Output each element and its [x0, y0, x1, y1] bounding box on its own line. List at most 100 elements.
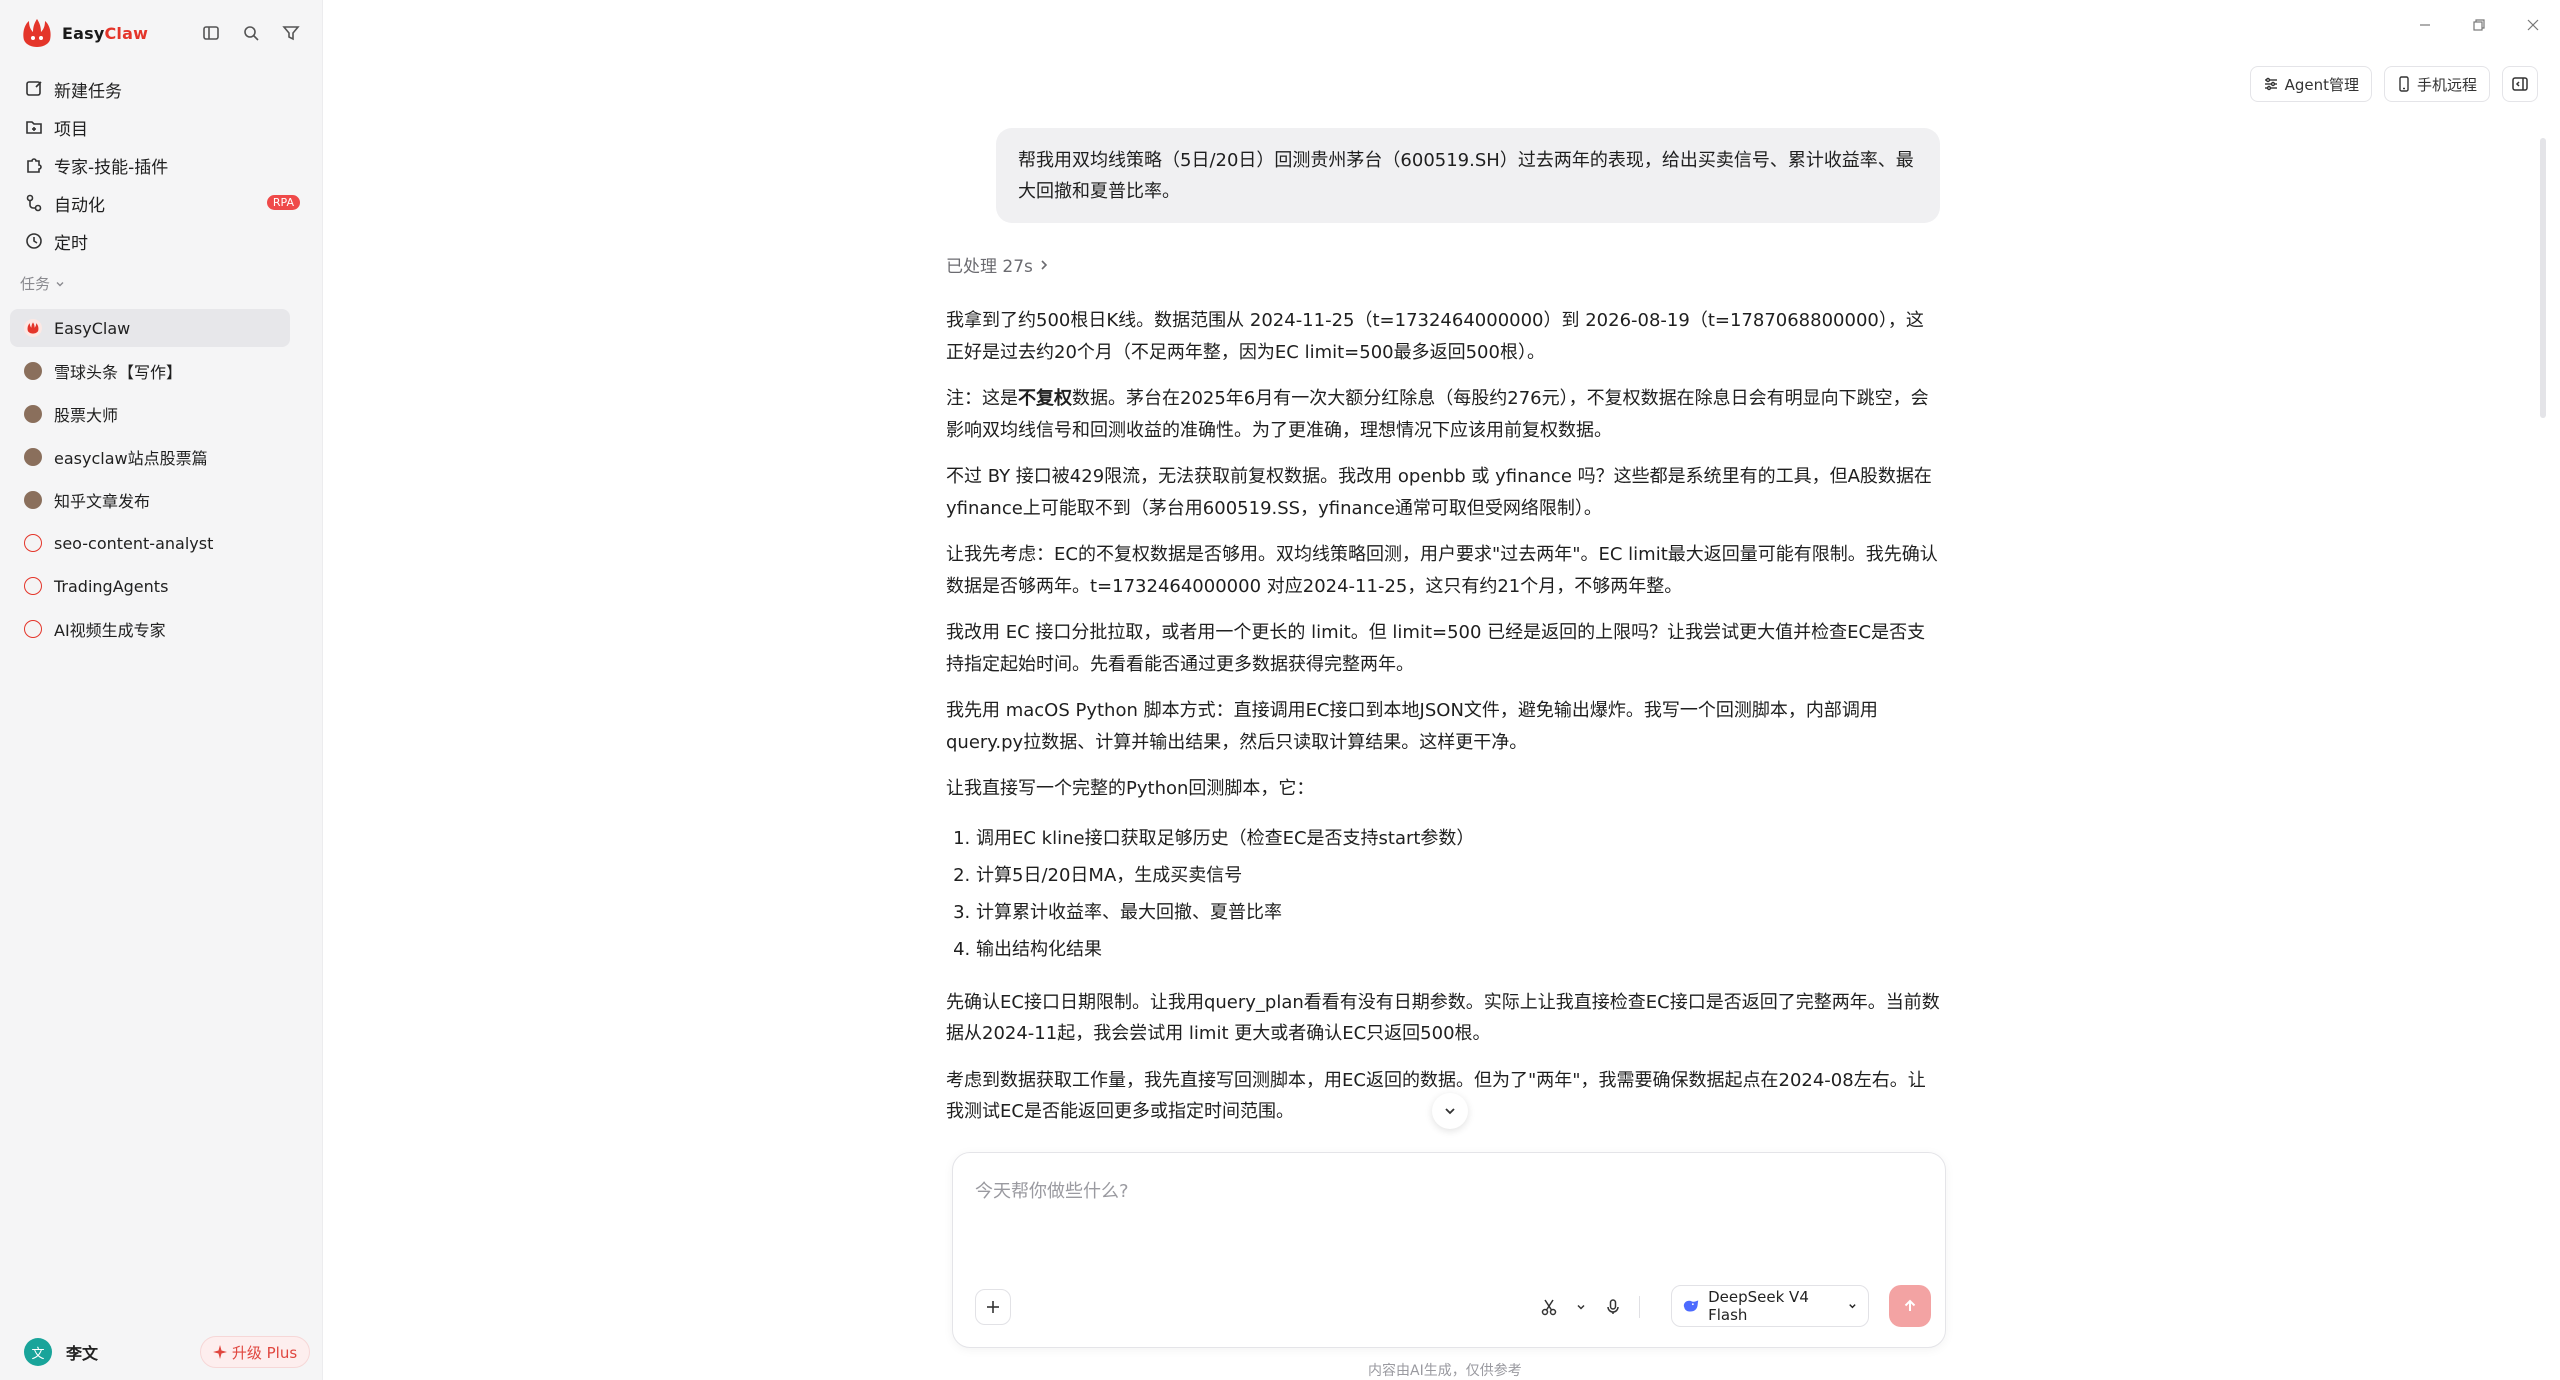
upgrade-label: 升级 Plus — [231, 1343, 298, 1362]
task-item-easyclaw[interactable]: EasyClaw — [10, 309, 290, 347]
agent-manage-label: Agent管理 — [2284, 75, 2359, 94]
new-task-icon — [26, 81, 42, 96]
mobile-remote-button[interactable]: 手机远程 — [2383, 66, 2490, 102]
toggle-sidebar-icon[interactable] — [200, 22, 222, 44]
person-avatar-icon — [24, 491, 42, 509]
sidebar: EasyClaw 新建任务 项目 专家-技能-插件 自动化 RPA 定时 任务 … — [0, 0, 323, 1380]
claw-avatar-icon — [24, 319, 42, 337]
search-icon[interactable] — [240, 22, 262, 44]
upgrade-plus-button[interactable]: 升级 Plus — [200, 1336, 310, 1368]
answer-paragraph: 让我先考虑：EC的不复权数据是否够用。双均线策略回测，用户要求"过去两年"。EC… — [946, 544, 1938, 597]
task-label: 雪球头条【写作】 — [54, 363, 183, 382]
arrow-up-icon — [1904, 1299, 1916, 1311]
toggle-panel-button[interactable] — [2502, 66, 2538, 102]
nav-label: 专家-技能-插件 — [54, 157, 169, 178]
top-actions: Agent管理 手机远程 — [2249, 66, 2538, 102]
task-item[interactable]: 知乎文章发布 — [10, 481, 290, 519]
task-label: EasyClaw — [54, 318, 131, 338]
task-item[interactable]: TradingAgents — [10, 567, 290, 605]
bold-text: 不复权 — [1018, 388, 1072, 409]
sidebar-nav: 新建任务 项目 专家-技能-插件 自动化 RPA 定时 — [12, 70, 310, 260]
composer: DeepSeek V4 Flash — [952, 1152, 1946, 1348]
nav-new-task[interactable]: 新建任务 — [12, 70, 310, 108]
task-item[interactable]: 雪球头条【写作】 — [10, 352, 290, 390]
easyclaw-logo-icon — [23, 19, 51, 47]
rpa-badge: RPA — [266, 195, 300, 210]
task-label: 股票大师 — [54, 406, 119, 425]
nav-projects[interactable]: 项目 — [12, 108, 310, 146]
task-label: 知乎文章发布 — [54, 492, 151, 511]
attach-button[interactable] — [975, 1289, 1011, 1325]
chevron-right-icon — [1041, 259, 1048, 270]
task-item[interactable]: seo-content-analyst — [10, 524, 290, 562]
nav-schedule[interactable]: 定时 — [12, 222, 310, 260]
chevron-down-icon — [1849, 1304, 1856, 1309]
sparkle-icon — [212, 1345, 227, 1359]
steps-list: 调用EC kline接口获取足够历史（检查EC是否支持start参数） 计算5日… — [946, 820, 1940, 968]
answer-paragraph: 我改用 EC 接口分批拉取，或者用一个更长的 limit。但 limit=500… — [946, 622, 1926, 675]
avatar: 文 — [24, 1338, 52, 1366]
task-list: EasyClaw 雪球头条【写作】 股票大师 easyclaw站点股票篇 知乎文… — [10, 309, 290, 653]
nav-automation[interactable]: 自动化 RPA — [12, 184, 310, 222]
answer-paragraph: 我先用 macOS Python 脚本方式：直接调用EC接口到本地JSON文件，… — [946, 700, 1878, 753]
tasks-section-toggle[interactable]: 任务 — [20, 273, 65, 294]
chat-input[interactable] — [975, 1171, 1915, 1211]
clock-icon — [26, 233, 42, 249]
filter-icon[interactable] — [280, 22, 302, 44]
restore-icon[interactable] — [2452, 0, 2506, 50]
model-select[interactable]: DeepSeek V4 Flash — [1671, 1285, 1869, 1327]
nav-plugins[interactable]: 专家-技能-插件 — [12, 146, 310, 184]
panel-collapse-icon — [2512, 77, 2528, 91]
section-label: 任务 — [20, 275, 51, 293]
app-window: EasyClaw 新建任务 项目 专家-技能-插件 自动化 RPA 定时 任务 … — [0, 0, 2560, 1380]
microphone-icon[interactable] — [1597, 1291, 1629, 1323]
brand[interactable]: EasyClaw — [20, 18, 148, 48]
folder-icon — [26, 121, 42, 134]
assistant-message: 我拿到了约500根日K线。数据范围从 2024-11-25（t=17324640… — [946, 305, 1940, 1143]
scroll-to-bottom-button[interactable] — [1432, 1093, 1468, 1129]
answer-paragraph: 让我直接写一个完整的Python回测脚本，它： — [946, 778, 1315, 799]
chevron-down-icon[interactable] — [1565, 1291, 1597, 1323]
answer-paragraph: 我拿到了约500根日K线。数据范围从 2024-11-25（t=17324640… — [946, 310, 1924, 363]
composer-tools — [1533, 1291, 1650, 1323]
processed-label: 已处理 27s — [946, 257, 1033, 277]
answer-paragraph: 注：这是不复权数据。茅台在2025年6月有一次大额分红除息（每股约276元），不… — [946, 388, 1929, 441]
minimize-icon[interactable] — [2398, 0, 2452, 50]
divider — [1639, 1296, 1640, 1318]
person-avatar-icon — [24, 405, 42, 423]
chevron-down-icon — [1445, 1108, 1455, 1115]
task-item[interactable]: easyclaw站点股票篇 — [10, 438, 290, 476]
person-avatar-icon — [24, 448, 42, 466]
user-profile[interactable]: 文 李文 — [24, 1338, 98, 1366]
send-button[interactable] — [1889, 1285, 1931, 1327]
task-label: AI视频生成专家 — [54, 621, 166, 640]
brand-name: EasyClaw — [62, 23, 149, 43]
chat-scrollbar[interactable] — [2540, 138, 2546, 418]
processed-toggle[interactable]: 已处理 27s — [946, 252, 1049, 277]
scissors-icon[interactable] — [1533, 1291, 1565, 1323]
robot-avatar-icon — [24, 534, 42, 552]
task-label: seo-content-analyst — [54, 533, 214, 553]
answer-paragraph: 不过 BY 接口被429限流，无法获取前复权数据。我改用 openbb 或 yf… — [946, 466, 1932, 519]
deepseek-logo-icon — [1683, 1300, 1699, 1312]
plus-icon — [987, 1301, 999, 1313]
sliders-icon — [2264, 77, 2277, 91]
nav-label: 新建任务 — [54, 81, 122, 102]
task-item[interactable]: 股票大师 — [10, 395, 290, 433]
robot-avatar-icon — [24, 620, 42, 638]
window-controls — [2398, 0, 2560, 50]
sidebar-toolbar — [200, 22, 302, 44]
list-item: 计算5日/20日MA，生成买卖信号 — [976, 857, 1940, 894]
model-label: DeepSeek V4 Flash — [1708, 1288, 1809, 1324]
task-item[interactable]: AI视频生成专家 — [10, 610, 290, 648]
nav-label: 项目 — [54, 119, 88, 140]
agent-manage-button[interactable]: Agent管理 — [2249, 66, 2372, 102]
chevron-down-icon — [56, 281, 64, 286]
mobile-remote-label: 手机远程 — [2416, 75, 2477, 94]
person-avatar-icon — [24, 362, 42, 380]
close-icon[interactable] — [2506, 0, 2560, 50]
user-name: 李文 — [66, 1344, 99, 1363]
user-message-bubble: 帮我用双均线策略（5日/20日）回测贵州茅台（600519.SH）过去两年的表现… — [996, 128, 1940, 223]
answer-paragraph: 先确认EC接口日期限制。让我用query_plan看看有没有日期参数。实际上让我… — [946, 991, 1940, 1045]
phone-icon — [2399, 76, 2409, 92]
